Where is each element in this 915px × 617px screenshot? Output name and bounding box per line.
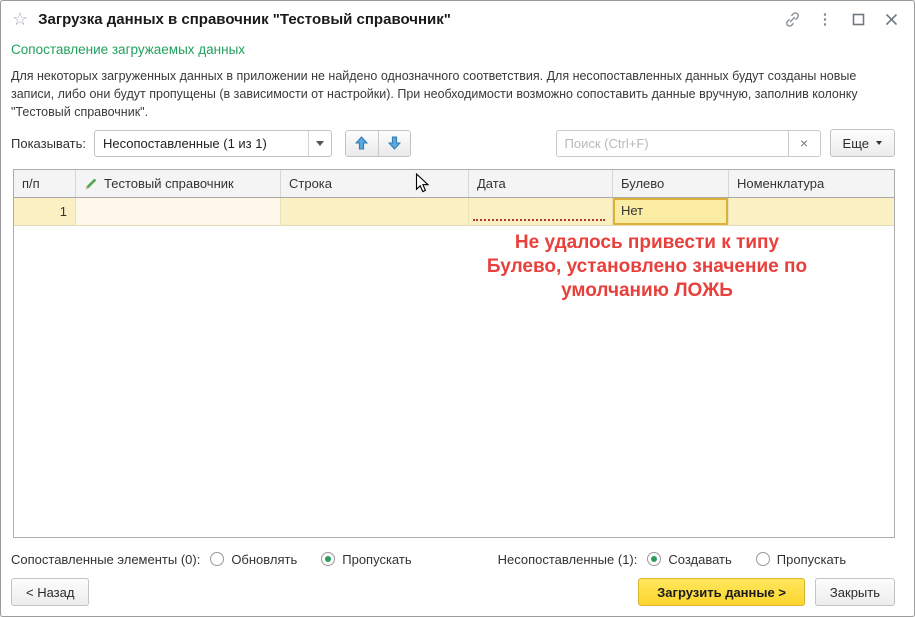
radio-checked-icon[interactable] xyxy=(321,552,335,566)
error-annotation: Не удалось привести к типу Булево, устан… xyxy=(436,231,858,303)
nomenclature-cell[interactable] xyxy=(729,198,894,225)
annotation-line: Булево, установлено значение по xyxy=(436,255,858,279)
radio-icon[interactable] xyxy=(756,552,770,566)
radio-checked-icon[interactable] xyxy=(647,552,661,566)
column-header-num[interactable]: п/п xyxy=(14,170,76,197)
chevron-down-icon[interactable] xyxy=(308,131,331,156)
radio-unmatched-create[interactable]: Создавать xyxy=(647,552,731,567)
bottom-button-bar: < Назад Загрузить данные > Закрыть xyxy=(11,578,895,606)
arrow-up-icon xyxy=(355,136,368,150)
selected-cell-value[interactable]: Нет xyxy=(613,198,728,225)
radio-label: Создавать xyxy=(668,552,731,567)
import-options: Сопоставленные элементы (0): Обновлять П… xyxy=(11,548,870,570)
search-input[interactable] xyxy=(556,130,788,157)
window-title: Загрузка данных в справочник "Тестовый с… xyxy=(38,11,451,28)
column-header-string[interactable]: Строка xyxy=(281,170,469,197)
dialog-window: ☆ Загрузка данных в справочник "Тестовый… xyxy=(0,0,915,617)
more-button[interactable]: Еще xyxy=(830,129,895,157)
radio-label: Обновлять xyxy=(231,552,297,567)
page-subtitle: Сопоставление загружаемых данных xyxy=(11,42,245,57)
clear-search-icon[interactable]: × xyxy=(788,130,821,157)
radio-label: Пропускать xyxy=(342,552,411,567)
radio-unmatched-skip[interactable]: Пропускать xyxy=(756,552,846,567)
more-button-label: Еще xyxy=(843,136,869,151)
back-button[interactable]: < Назад xyxy=(11,578,89,606)
column-header-nomenclature[interactable]: Номенклатура xyxy=(729,170,894,197)
maximize-icon[interactable] xyxy=(849,10,867,28)
close-button[interactable]: Закрыть xyxy=(815,578,895,606)
string-cell[interactable] xyxy=(281,198,469,225)
date-error-underline xyxy=(473,219,605,221)
unmatched-options-label: Несопоставленные (1): xyxy=(498,552,638,567)
move-up-button[interactable] xyxy=(346,131,378,156)
title-bar: ☆ Загрузка данных в справочник "Тестовый… xyxy=(1,1,914,37)
move-down-button[interactable] xyxy=(378,131,410,156)
chevron-down-icon xyxy=(876,141,882,145)
close-icon[interactable] xyxy=(882,10,900,28)
pencil-icon xyxy=(84,177,98,191)
get-link-icon[interactable] xyxy=(783,10,801,28)
table-row[interactable]: 1 Нет xyxy=(14,198,894,226)
radio-label: Пропускать xyxy=(777,552,846,567)
column-header-date[interactable]: Дата xyxy=(469,170,613,197)
show-label: Показывать: xyxy=(11,136,86,151)
row-number-cell[interactable]: 1 xyxy=(14,198,76,225)
annotation-line: умолчанию ЛОЖЬ xyxy=(436,279,858,303)
description-text: Для некоторых загруженных данных в прило… xyxy=(11,67,871,121)
radio-matched-update[interactable]: Обновлять xyxy=(210,552,297,567)
date-cell[interactable] xyxy=(469,198,613,225)
radio-matched-skip[interactable]: Пропускать xyxy=(321,552,411,567)
annotation-line: Не удалось привести к типу xyxy=(436,231,858,255)
filter-dropdown[interactable]: Несопоставленные (1 из 1) xyxy=(94,130,332,157)
test-ref-cell[interactable] xyxy=(76,198,281,225)
radio-icon[interactable] xyxy=(210,552,224,566)
table-header-row: п/п Тестовый справочник Строка Дата Буле… xyxy=(14,170,894,198)
filter-toolbar: Показывать: Несопоставленные (1 из 1) × … xyxy=(11,129,895,157)
kebab-menu-icon[interactable]: ⋮ xyxy=(816,10,834,28)
filter-dropdown-value: Несопоставленные (1 из 1) xyxy=(95,131,308,156)
load-data-button[interactable]: Загрузить данные > xyxy=(638,578,805,606)
mouse-cursor-icon xyxy=(415,173,430,199)
column-header-boolean[interactable]: Булево xyxy=(613,170,729,197)
boolean-cell[interactable]: Нет xyxy=(613,198,729,225)
favorite-star-icon[interactable]: ☆ xyxy=(12,10,28,28)
column-header-test-ref[interactable]: Тестовый справочник xyxy=(76,170,281,197)
matched-options-label: Сопоставленные элементы (0): xyxy=(11,552,200,567)
arrow-down-icon xyxy=(388,136,401,150)
mapping-table[interactable]: п/п Тестовый справочник Строка Дата Буле… xyxy=(13,169,895,538)
